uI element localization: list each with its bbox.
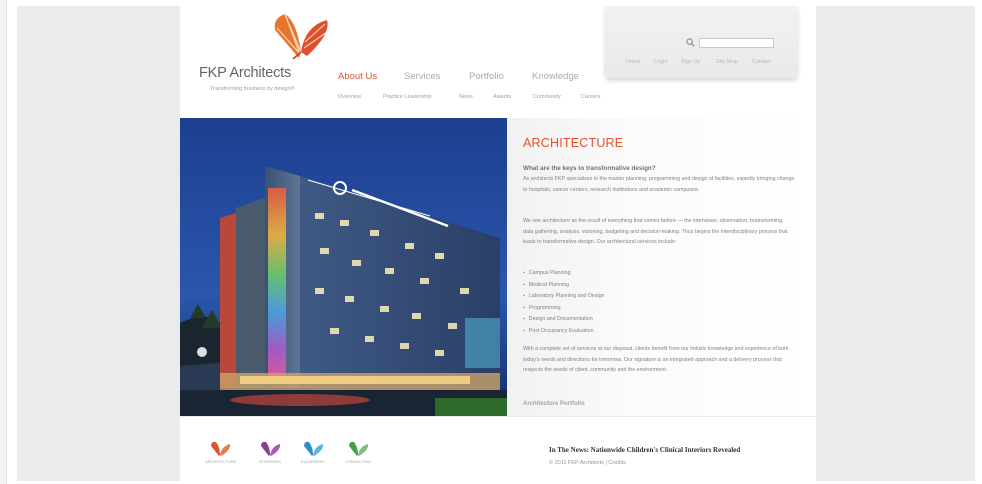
window-gutter bbox=[0, 0, 7, 484]
news-headline-link[interactable]: In The News: Nationwide Children's Clini… bbox=[549, 446, 740, 454]
nav-knowledge[interactable]: Knowledge bbox=[532, 71, 579, 82]
copyright-text: © 2011 FKP Architects bbox=[549, 460, 604, 466]
architecture-portfolio-link[interactable]: Architecture Portfolio bbox=[523, 401, 585, 407]
page-title: ARCHITECTURE bbox=[523, 136, 624, 150]
util-contact[interactable]: Contact bbox=[752, 59, 771, 65]
nav-portfolio[interactable]: Portfolio bbox=[469, 71, 504, 82]
hero-image bbox=[180, 118, 507, 416]
list-item: Post Occupancy Evaluation bbox=[523, 326, 723, 338]
util-site-map[interactable]: Site Map bbox=[716, 59, 738, 65]
footer-consulting-link[interactable]: CONSULTING bbox=[343, 441, 373, 469]
list-item: Design and Documentation bbox=[523, 314, 723, 326]
architecture-butterfly-icon bbox=[211, 441, 231, 456]
search-input[interactable] bbox=[699, 38, 774, 48]
subnav-community[interactable]: Community bbox=[533, 94, 561, 100]
content-question: What are the keys to transformative desi… bbox=[523, 165, 656, 172]
list-item: Campus Planning bbox=[523, 268, 723, 280]
credits-link[interactable]: Credits bbox=[608, 460, 625, 466]
footer-equipment-link[interactable]: EQUIPMENT bbox=[298, 441, 328, 469]
footer-icon-label: CONSULTING bbox=[345, 459, 371, 464]
search-icon[interactable] bbox=[686, 38, 695, 47]
list-item: Laboratory Planning and Design bbox=[523, 291, 723, 303]
list-item: Programming bbox=[523, 303, 723, 315]
footer-icon-label: EQUIPMENT bbox=[301, 459, 325, 464]
footer-architecture-link[interactable]: ARCHITECTURE bbox=[205, 441, 237, 469]
nav-about-us[interactable]: About Us bbox=[338, 71, 377, 82]
equipment-butterfly-icon bbox=[304, 441, 324, 456]
brand-name[interactable]: FKP Architects bbox=[199, 65, 291, 81]
brand-tagline: Transforming business by design® bbox=[210, 86, 295, 92]
services-list: Campus Planning Medical Planning Laborat… bbox=[523, 268, 723, 337]
subnav-careers[interactable]: Careers bbox=[581, 94, 601, 100]
util-sign-up[interactable]: Sign Up bbox=[681, 59, 701, 65]
hospital-building-illustration bbox=[180, 118, 507, 416]
util-home[interactable]: Home bbox=[626, 59, 641, 65]
subnav-overview[interactable]: Overview bbox=[338, 94, 361, 100]
content-paragraph-2: We see architecture as the result of eve… bbox=[523, 218, 788, 246]
butterfly-logo-icon[interactable] bbox=[271, 12, 331, 60]
interiors-butterfly-icon bbox=[261, 441, 281, 456]
nav-services[interactable]: Services bbox=[404, 71, 440, 82]
footer-icon-label: INTERIORS bbox=[259, 459, 281, 464]
footer-interiors-link[interactable]: INTERIORS bbox=[255, 441, 285, 469]
subnav-news[interactable]: News bbox=[459, 94, 473, 100]
content-paragraph-1: As architects FKP specializes in the mas… bbox=[523, 176, 795, 193]
subnav-practice-leadership[interactable]: Practice Leadership bbox=[383, 94, 432, 100]
content-paragraph-3: With a complete set of services at our d… bbox=[523, 346, 789, 374]
footer-icon-label: ARCHITECTURE bbox=[205, 459, 237, 464]
util-login[interactable]: Login bbox=[654, 59, 667, 65]
footer-copyright: © 2011 FKP Architects | Credits bbox=[549, 460, 626, 466]
subnav-awards[interactable]: Awards bbox=[493, 94, 511, 100]
list-item: Medical Planning bbox=[523, 280, 723, 292]
footer-divider bbox=[180, 416, 816, 417]
consulting-butterfly-icon bbox=[349, 441, 369, 456]
